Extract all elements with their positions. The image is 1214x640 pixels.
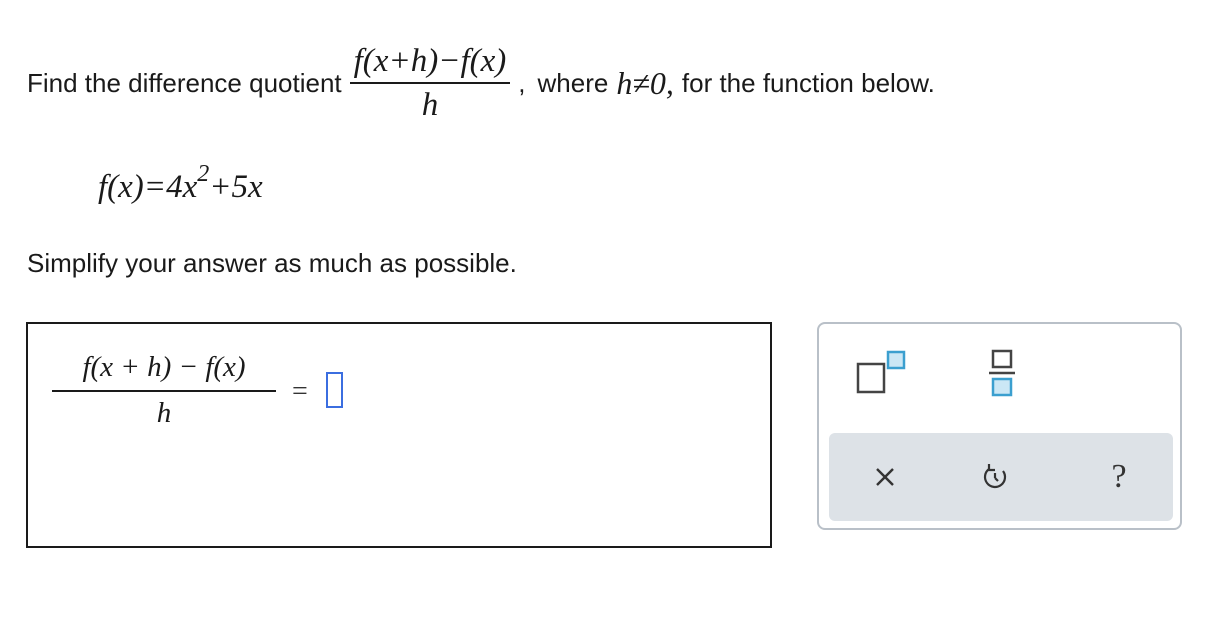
- function-lhs: f(x)=4x: [98, 169, 198, 205]
- undo-button[interactable]: [963, 445, 1027, 509]
- equals-sign: =: [292, 376, 308, 407]
- prompt-where-text: where: [537, 67, 609, 98]
- fraction-button[interactable]: [969, 340, 1035, 406]
- answer-numerator: f(x + h) − f(x): [82, 351, 246, 383]
- clear-button[interactable]: [853, 445, 917, 509]
- action-bar: ?: [829, 433, 1173, 521]
- help-button[interactable]: ?: [1087, 445, 1151, 509]
- quotient-numerator: f(x+h)−f(x): [353, 43, 507, 79]
- prompt-comma: ,: [518, 67, 526, 98]
- close-icon: [876, 468, 894, 486]
- answer-fraction-bar: [52, 390, 276, 392]
- function-exponent: 2: [197, 161, 210, 187]
- difference-quotient-fraction: f(x+h)−f(x) h: [349, 42, 511, 124]
- answer-quotient-fraction: f(x + h) − f(x) h: [52, 350, 276, 430]
- h-not-zero-condition: h≠0,: [616, 64, 674, 101]
- answer-denominator: h: [156, 397, 172, 429]
- prompt-tail-text: for the function below.: [681, 67, 935, 98]
- question-prompt: Find the difference quotient f(x+h)−f(x)…: [27, 38, 935, 128]
- fraction-bar: [349, 82, 511, 84]
- exponent-button[interactable]: [849, 340, 915, 406]
- help-icon: ?: [1111, 458, 1127, 495]
- prompt-lead-text: Find the difference quotient: [27, 67, 342, 98]
- math-tool-palette: ?: [817, 322, 1182, 530]
- exponent-template-icon: [856, 350, 906, 394]
- quotient-denominator: h: [421, 87, 439, 123]
- answer-input[interactable]: [326, 372, 343, 408]
- undo-icon: [983, 464, 1007, 489]
- function-rhs: +5x: [209, 169, 263, 205]
- fraction-template-icon: [989, 349, 1015, 397]
- function-definition: f(x)=4x2+5x: [98, 161, 263, 206]
- answer-area: f(x + h) − f(x) h =: [26, 322, 772, 548]
- instruction-text: Simplify your answer as much as possible…: [27, 248, 517, 278]
